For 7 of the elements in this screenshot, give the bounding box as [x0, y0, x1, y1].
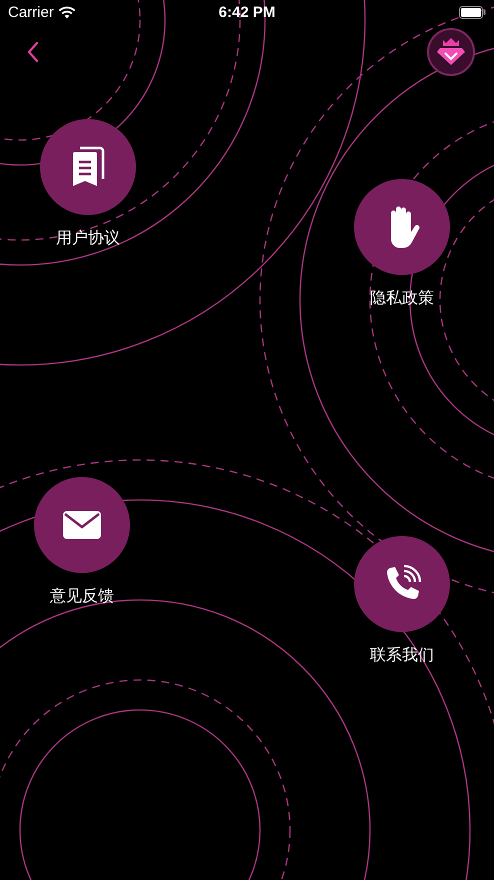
wifi-icon — [58, 6, 76, 18]
menu-label[interactable]: 意见反馈 — [50, 586, 114, 607]
back-icon[interactable] — [27, 41, 39, 63]
battery-icon — [459, 6, 486, 18]
mail-icon — [62, 510, 102, 540]
menu-label[interactable]: 用户协议 — [56, 228, 120, 249]
carrier-label: Carrier — [8, 4, 54, 20]
